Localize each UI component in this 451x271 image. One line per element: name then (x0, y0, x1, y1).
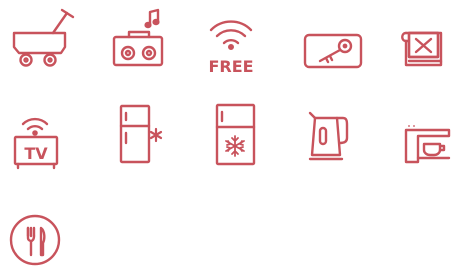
boombox-music-icon (104, 3, 174, 73)
tv-icon: TV (8, 108, 78, 178)
restaurant-fork-knife-icon (4, 200, 74, 270)
amenities-icon-sheet: { "colors": { "icon_stroke": "#c8535c", … (0, 0, 451, 271)
freezer-icon (200, 100, 270, 170)
free-wifi-icon: FREE (196, 3, 266, 76)
coffee-machine-icon (392, 100, 451, 170)
refrigerator-icon (103, 100, 173, 170)
electric-kettle-icon (298, 100, 368, 170)
key-card-icon (298, 3, 368, 73)
free-wifi-label: FREE (208, 57, 253, 76)
book-with-x-icon (385, 3, 451, 73)
tv-label: TV (24, 144, 48, 163)
luggage-cart-icon (5, 3, 75, 73)
